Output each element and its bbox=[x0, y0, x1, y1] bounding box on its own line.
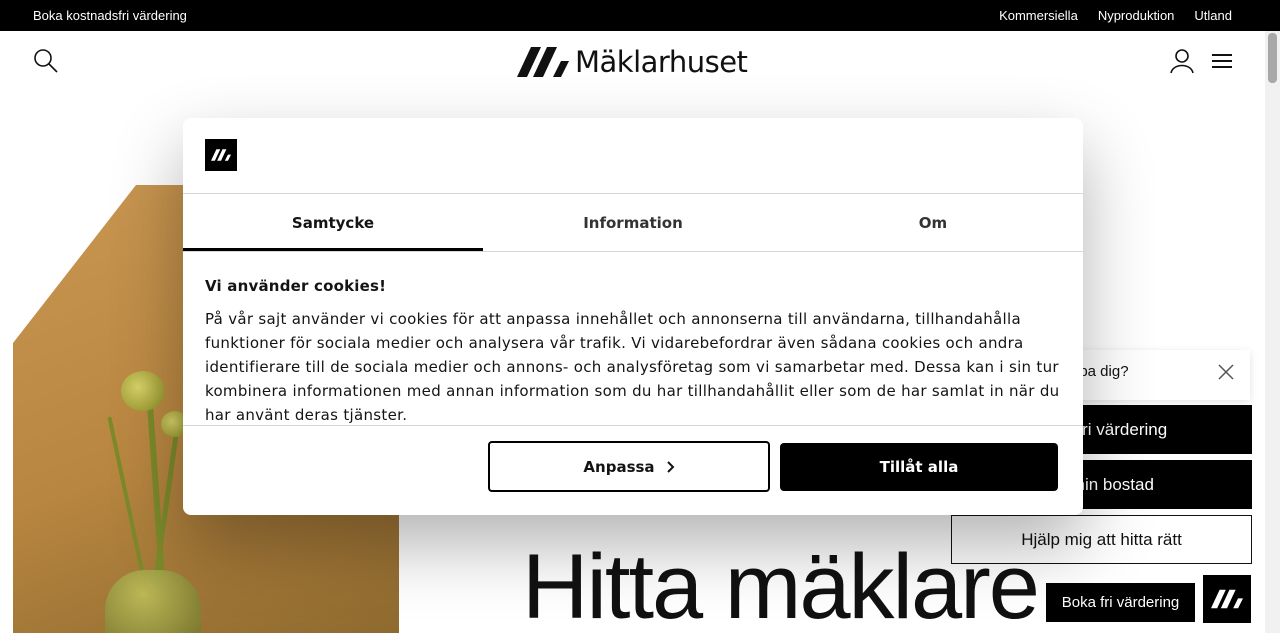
top-bar: Boka kostnadsfri värdering Kommersiella … bbox=[0, 0, 1280, 31]
hamburger-menu-icon bbox=[1212, 54, 1232, 68]
help-fab-button[interactable] bbox=[1203, 575, 1251, 623]
menu-button[interactable] bbox=[1212, 53, 1232, 69]
search-icon bbox=[34, 49, 58, 73]
book-valuation-link[interactable]: Boka kostnadsfri värdering bbox=[33, 8, 187, 23]
divider bbox=[183, 251, 1083, 252]
cookie-heading: Vi använder cookies! bbox=[205, 277, 387, 295]
cookie-consent-dialog: Samtycke Information Om Vi använder cook… bbox=[183, 118, 1083, 515]
cookiebot-logo bbox=[205, 139, 237, 171]
close-icon[interactable] bbox=[1218, 364, 1234, 380]
page-scrollbar[interactable] bbox=[1265, 31, 1280, 633]
customize-label: Anpassa bbox=[583, 457, 655, 476]
site-header: Mäklarhuset bbox=[0, 31, 1265, 93]
tab-about[interactable]: Om bbox=[783, 194, 1083, 251]
cookie-tabs: Samtycke Information Om bbox=[183, 194, 1083, 251]
logo-text: Mäklarhuset bbox=[575, 45, 748, 79]
site-logo[interactable]: Mäklarhuset bbox=[517, 45, 748, 79]
user-icon bbox=[1170, 49, 1194, 74]
brand-mark-icon bbox=[1211, 589, 1243, 609]
help-prompt-card: lpa dig? bbox=[1062, 350, 1250, 400]
tab-consent[interactable]: Samtycke bbox=[183, 194, 483, 251]
abroad-link[interactable]: Utland bbox=[1194, 8, 1232, 23]
search-button[interactable] bbox=[33, 48, 59, 74]
help-find-button[interactable]: Hjälp mig att hitta rätt bbox=[951, 515, 1252, 564]
customize-button[interactable]: Anpassa bbox=[488, 441, 770, 492]
cookie-body: Vi använder cookies! På vår sajt använde… bbox=[205, 277, 1065, 427]
book-valuation-fab-label[interactable]: Boka fri värdering bbox=[1046, 583, 1195, 622]
tab-information[interactable]: Information bbox=[483, 194, 783, 251]
scrollbar-thumb[interactable] bbox=[1268, 33, 1277, 83]
cookie-description: På vår sajt använder vi cookies för att … bbox=[205, 310, 1060, 424]
chevron-right-icon bbox=[666, 460, 674, 473]
brand-mark-icon bbox=[211, 149, 231, 161]
divider bbox=[183, 425, 1083, 426]
commercial-link[interactable]: Kommersiella bbox=[999, 8, 1078, 23]
help-question: lpa dig? bbox=[1076, 363, 1129, 380]
account-button[interactable] bbox=[1170, 48, 1194, 74]
logo-mark-icon bbox=[517, 47, 569, 77]
top-links: Kommersiella Nyproduktion Utland bbox=[999, 8, 1232, 23]
allow-all-button[interactable]: Tillåt alla bbox=[780, 443, 1058, 491]
new-production-link[interactable]: Nyproduktion bbox=[1098, 8, 1175, 23]
